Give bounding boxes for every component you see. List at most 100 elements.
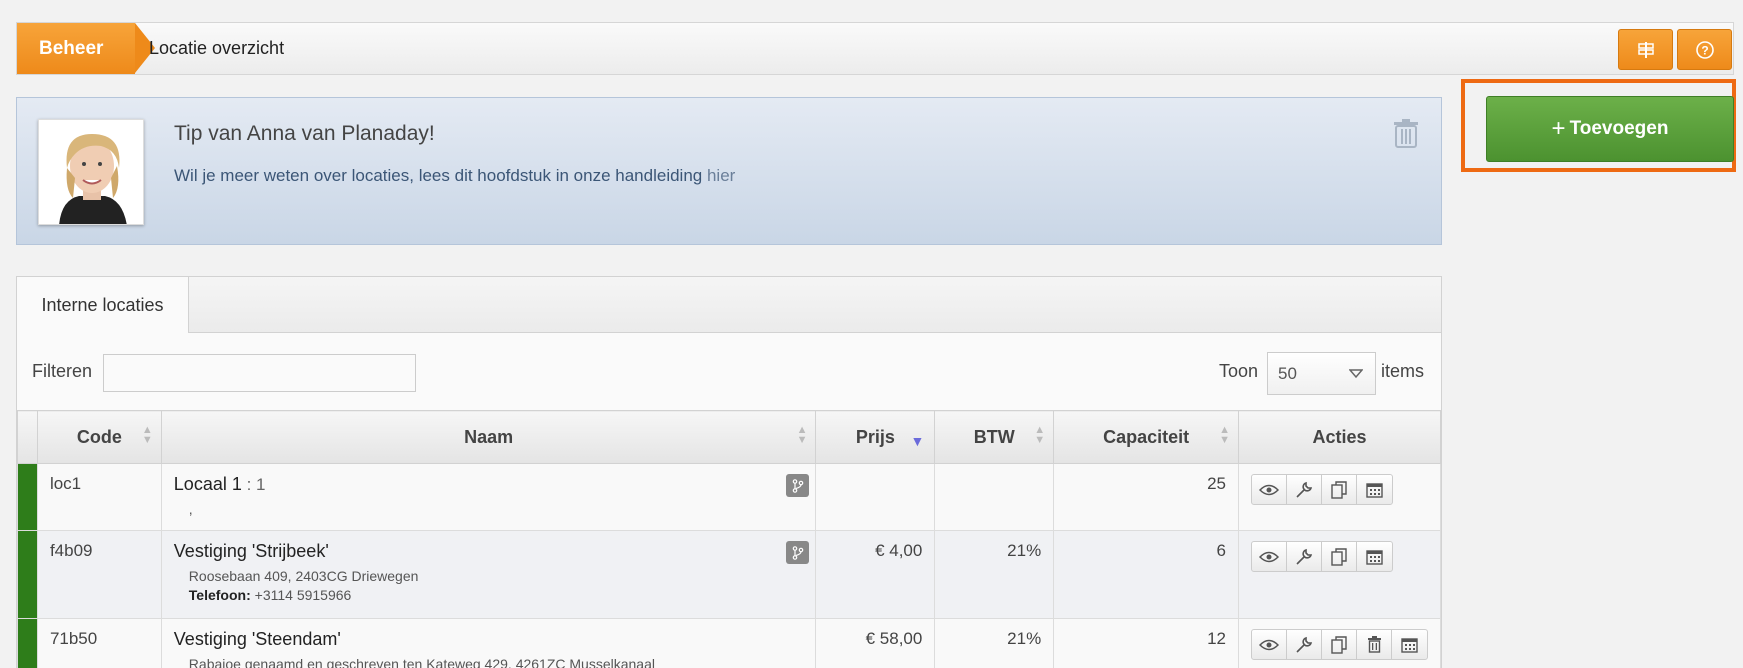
plus-icon: + xyxy=(1551,115,1566,142)
cell-code: f4b09 xyxy=(36,530,162,619)
cell-capaciteit: 25 xyxy=(1053,463,1239,531)
delete-button[interactable] xyxy=(1357,630,1392,659)
col-prijs[interactable]: Prijs ▼ xyxy=(815,410,936,464)
cell-acties xyxy=(1238,463,1441,531)
action-group xyxy=(1251,541,1393,572)
items-label: items xyxy=(1381,361,1425,381)
filter-label: Filteren xyxy=(32,361,93,381)
trash-icon xyxy=(1367,636,1381,653)
row-status-stripe xyxy=(17,463,38,531)
calendar-icon xyxy=(1366,483,1383,498)
sort-icon: ▲ ▼ xyxy=(141,424,153,446)
view-button[interactable] xyxy=(1252,475,1287,504)
signpost-icon xyxy=(1637,41,1654,58)
tip-link[interactable]: hier xyxy=(707,166,735,185)
copy-button[interactable] xyxy=(1322,630,1357,659)
svg-text:?: ? xyxy=(1701,43,1708,57)
eye-icon xyxy=(1259,639,1279,650)
stripe-header xyxy=(17,410,38,464)
copy-icon xyxy=(1331,547,1347,566)
col-btw[interactable]: BTW ▲ ▼ xyxy=(934,410,1055,464)
locations-table: Code ▲ ▼ Naam ▲ ▼ Prijs ▼ BTW ▲ ▼ Capaciteit ▲ ▼ … xyxy=(17,410,1441,668)
eye-icon xyxy=(1259,484,1279,495)
calendar-button[interactable] xyxy=(1357,542,1392,571)
avatar xyxy=(38,119,144,225)
cell-capaciteit: 6 xyxy=(1053,530,1239,619)
edit-button[interactable] xyxy=(1287,542,1322,571)
cell-code: loc1 xyxy=(36,463,162,531)
copy-button[interactable] xyxy=(1322,475,1357,504)
view-button[interactable] xyxy=(1252,542,1287,571)
cell-btw: 21% xyxy=(934,618,1055,668)
cell-naam: Vestiging 'Steendam' Rabajoe genaamd en … xyxy=(160,618,817,668)
tip-text-body: Wil je meer weten over locaties, lees di… xyxy=(174,166,707,185)
col-capaciteit[interactable]: Capaciteit ▲ ▼ xyxy=(1053,410,1239,464)
branch-icon[interactable] xyxy=(786,541,810,564)
location-name[interactable]: Vestiging 'Steendam' xyxy=(174,629,341,649)
calendar-icon xyxy=(1401,638,1418,653)
cell-naam: Locaal 1 : 1 , xyxy=(160,463,817,531)
phone-number: +3114 5915966 xyxy=(250,587,352,603)
header-bar: Beheer Locatie overzicht ? xyxy=(16,22,1734,75)
location-name[interactable]: Locaal 1 xyxy=(174,474,242,494)
cell-acties xyxy=(1238,530,1441,619)
sort-icon: ▲ ▼ xyxy=(796,424,808,446)
tip-title: Tip van Anna van Planaday! xyxy=(174,122,435,145)
breadcrumb-beheer[interactable]: Beheer xyxy=(17,23,135,74)
wrench-icon xyxy=(1296,481,1313,498)
add-button-label: Toevoegen xyxy=(1569,118,1669,139)
trash-icon xyxy=(1394,119,1418,148)
calendar-button[interactable] xyxy=(1392,630,1427,659)
tab-strip xyxy=(189,277,1441,333)
cell-naam: Vestiging 'Strijbeek' Roosebaan 409, 240… xyxy=(160,530,817,619)
edit-button[interactable] xyxy=(1287,475,1322,504)
cell-capaciteit: 12 xyxy=(1053,618,1239,668)
tab-interne-locaties[interactable]: Interne locaties xyxy=(17,277,189,333)
cell-btw xyxy=(934,463,1055,531)
copy-button[interactable] xyxy=(1322,542,1357,571)
table-row: f4b09 Vestiging 'Strijbeek' Roosebaan 40… xyxy=(17,530,1441,619)
table-row: 71b50 Vestiging 'Steendam' Rabajoe genaa… xyxy=(17,618,1441,668)
row-status-stripe xyxy=(17,618,38,668)
col-code[interactable]: Code ▲ ▼ xyxy=(36,410,162,464)
sort-desc-icon: ▼ xyxy=(910,433,925,449)
sort-icon: ▲ ▼ xyxy=(1034,424,1046,446)
locations-panel: Interne locaties Filteren Toon 50 items … xyxy=(16,276,1442,668)
copy-icon xyxy=(1331,635,1347,654)
location-name[interactable]: Vestiging 'Strijbeek' xyxy=(174,541,329,561)
location-address: Roosebaan 409, 2403CG Driewegen xyxy=(188,568,419,584)
cell-prijs xyxy=(815,463,936,531)
location-address: Rabajoe genaamd en geschreven ten Katewe… xyxy=(188,656,655,668)
dismiss-tip-button[interactable] xyxy=(1393,118,1419,153)
cell-prijs: € 4,00 xyxy=(815,530,936,619)
sort-icon: ▲ ▼ xyxy=(1219,424,1230,446)
action-group xyxy=(1251,629,1428,660)
filter-input[interactable] xyxy=(103,354,416,392)
calendar-button[interactable] xyxy=(1357,475,1392,504)
location-phone: Telefoon: +3114 5915966 xyxy=(189,587,804,603)
show-label: Toon xyxy=(1219,361,1259,381)
calendar-icon xyxy=(1366,550,1383,565)
tip-text: Wil je meer weten over locaties, lees di… xyxy=(174,166,735,186)
page-size-value: 50 xyxy=(1278,364,1297,383)
signpost-button[interactable] xyxy=(1618,29,1673,70)
cell-prijs: € 58,00 xyxy=(815,618,936,668)
location-address: , xyxy=(188,501,193,517)
chevron-down-icon xyxy=(1349,369,1363,379)
tip-panel: Tip van Anna van Planaday! Wil je meer w… xyxy=(16,97,1442,245)
page-title: Locatie overzicht xyxy=(149,38,285,58)
wrench-icon xyxy=(1296,636,1313,653)
help-button[interactable]: ? xyxy=(1677,29,1732,70)
cell-code: 71b50 xyxy=(36,618,162,668)
location-suffix: : 1 xyxy=(241,475,266,494)
phone-label: Telefoon: xyxy=(188,587,251,603)
cell-btw: 21% xyxy=(934,530,1055,619)
action-group xyxy=(1251,474,1393,505)
add-button[interactable]: + Toevoegen xyxy=(1486,96,1734,162)
edit-button[interactable] xyxy=(1287,630,1322,659)
view-button[interactable] xyxy=(1252,630,1287,659)
copy-icon xyxy=(1331,480,1347,499)
branch-icon[interactable] xyxy=(786,474,810,497)
col-naam[interactable]: Naam ▲ ▼ xyxy=(160,410,817,464)
page-size-select[interactable]: 50 xyxy=(1267,352,1376,395)
